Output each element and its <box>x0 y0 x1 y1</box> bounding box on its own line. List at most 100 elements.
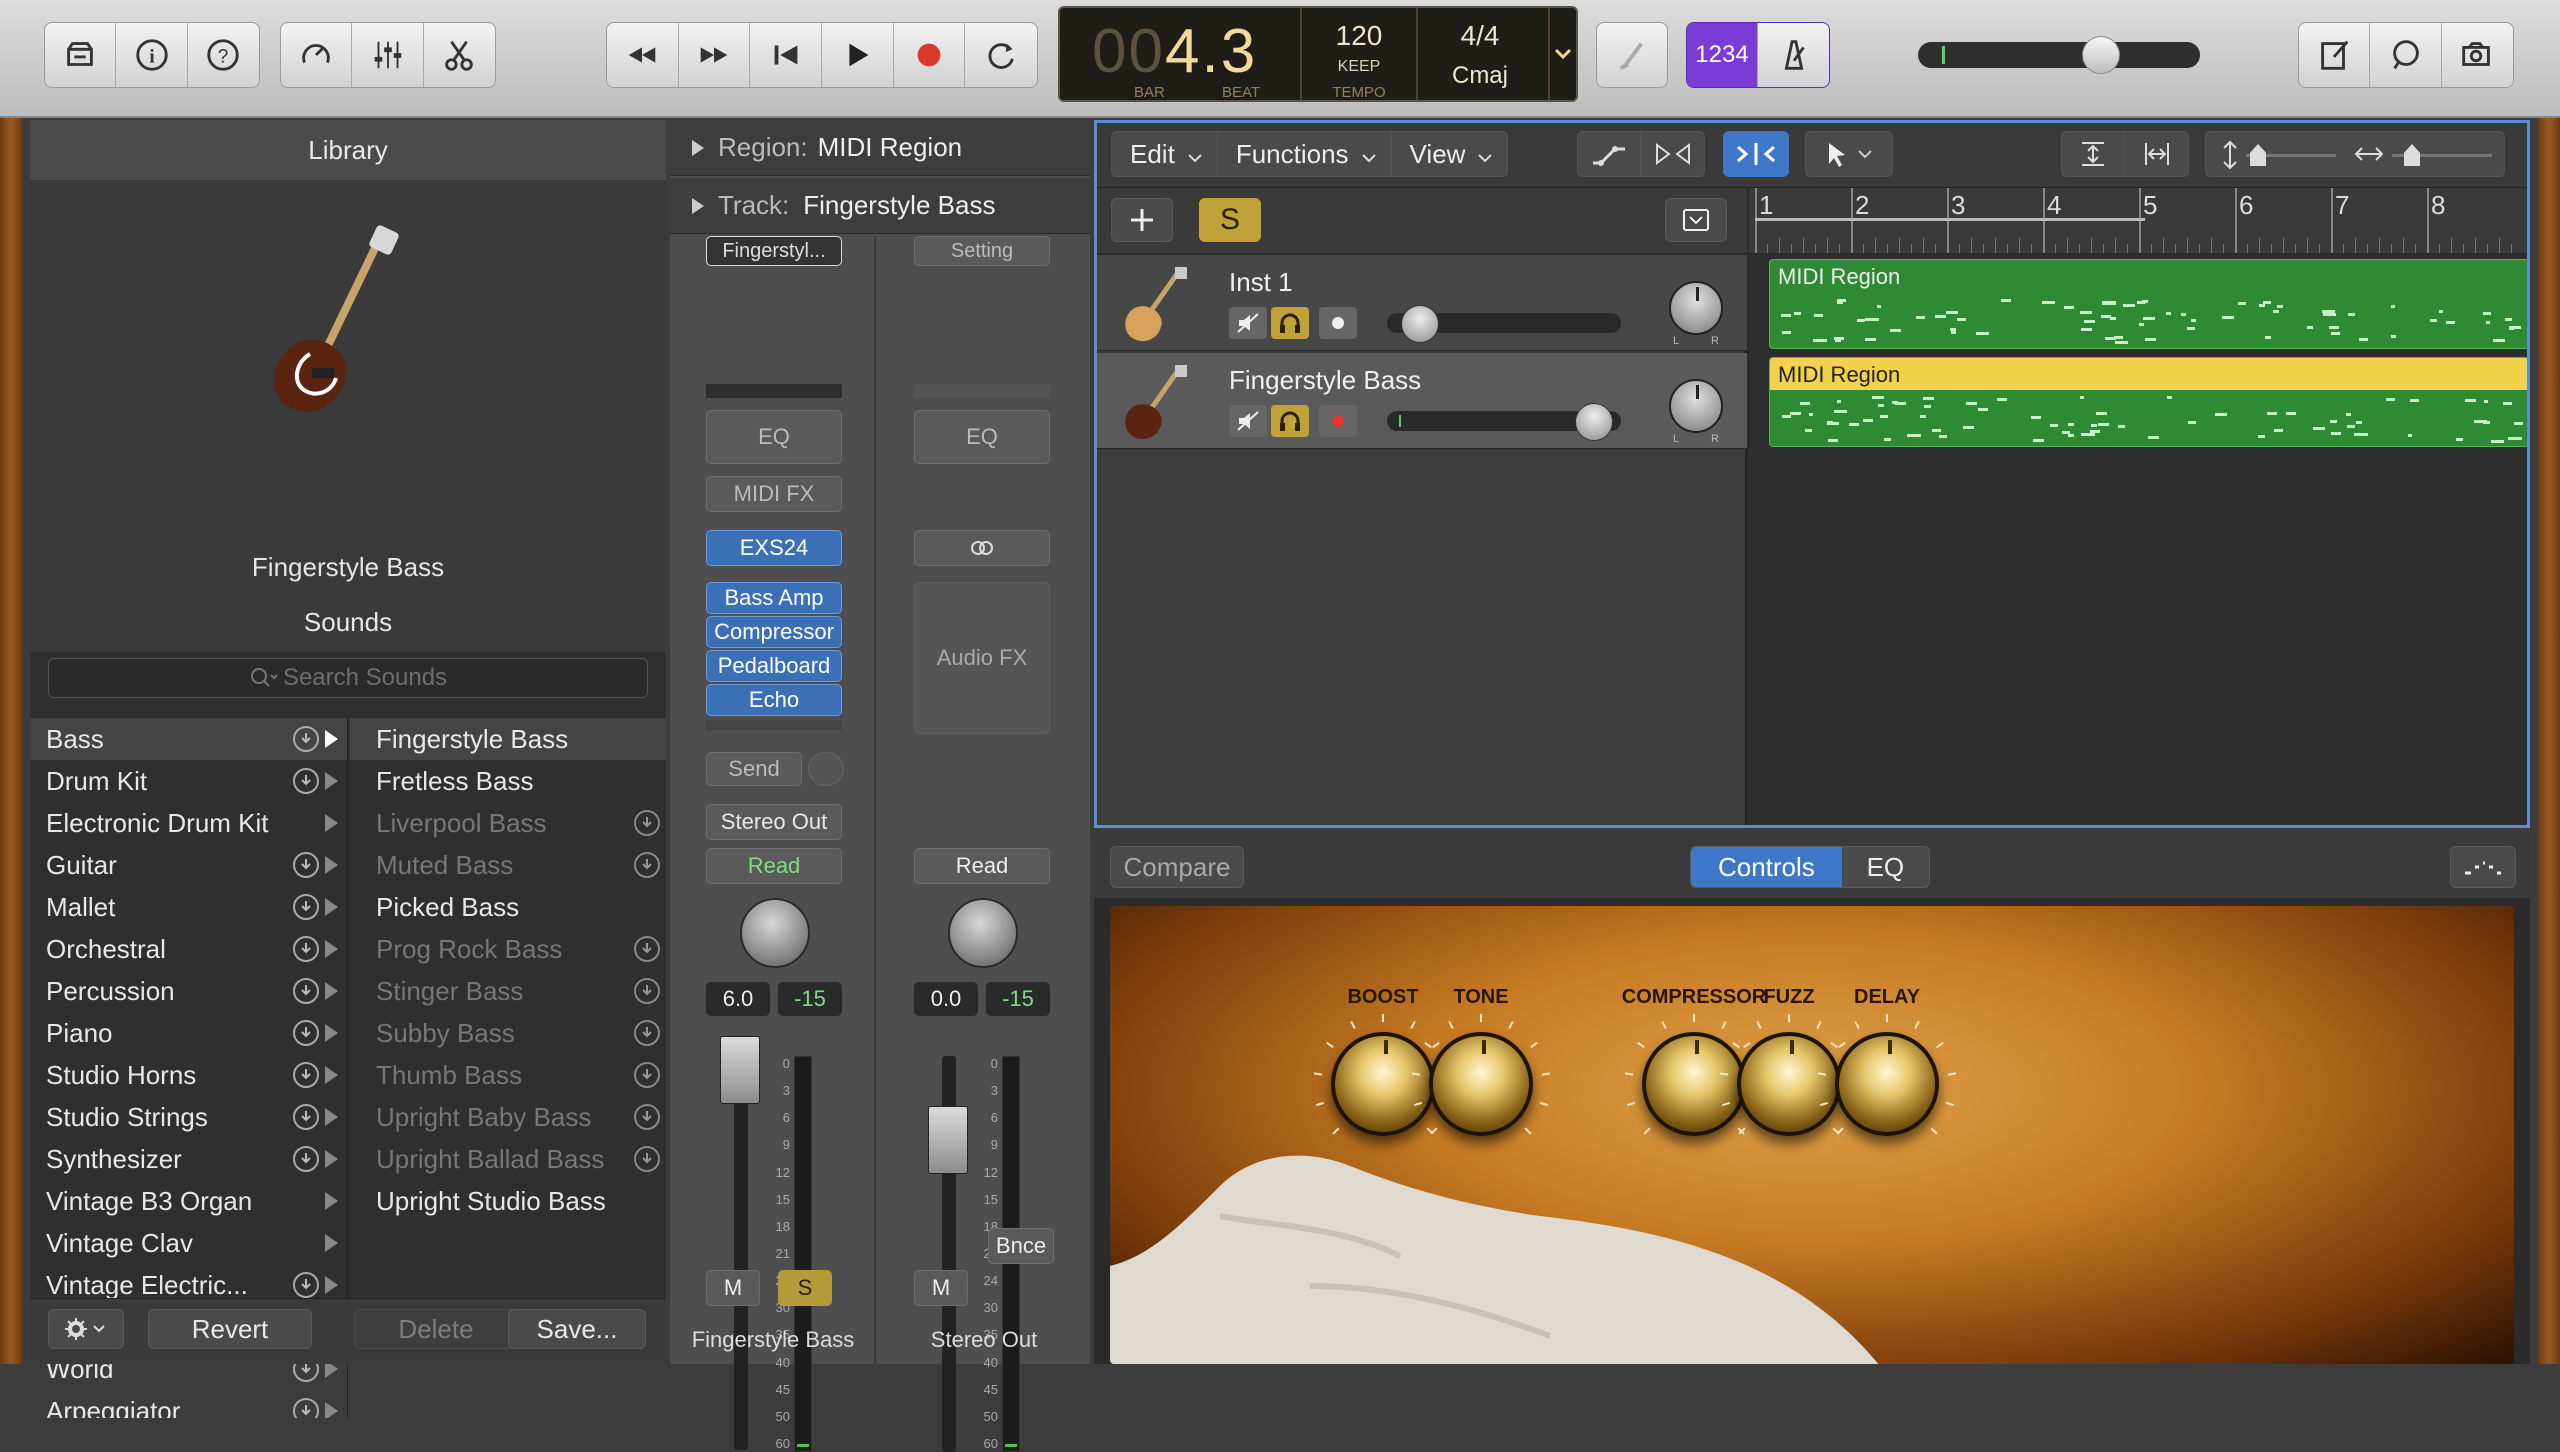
download-icon[interactable] <box>293 726 319 752</box>
key-signature[interactable]: Cmaj <box>1420 62 1540 90</box>
help-icon[interactable]: ? <box>188 23 259 87</box>
tempo-mode[interactable]: KEEP <box>1304 58 1414 76</box>
category-item[interactable]: Bass <box>30 718 347 760</box>
bounce-button[interactable]: Bnce <box>988 1228 1054 1264</box>
mixer-icon[interactable] <box>352 23 424 87</box>
note-pad-icon[interactable] <box>2299 23 2371 87</box>
revert-button[interactable]: Revert <box>148 1309 312 1349</box>
patch-item[interactable]: Prog Rock Bass <box>350 928 666 970</box>
track-name[interactable]: Fingerstyle Bass <box>1229 365 1421 396</box>
eq-thumbnail[interactable]: EQ <box>914 410 1050 464</box>
send-slot[interactable]: Send <box>706 752 802 786</box>
menu-functions[interactable]: Functions <box>1218 132 1392 176</box>
mute-button[interactable]: M <box>914 1270 968 1306</box>
tempo-value[interactable]: 120 <box>1304 20 1414 52</box>
patch-item[interactable]: Subby Bass <box>350 1012 666 1054</box>
automation-icon[interactable] <box>1578 132 1642 176</box>
instrument-slot[interactable]: EXS24 <box>706 530 842 566</box>
pan-knob[interactable] <box>948 898 1018 968</box>
download-icon[interactable] <box>634 978 660 1004</box>
patch-item[interactable]: Thumb Bass <box>350 1054 666 1096</box>
global-solo-button[interactable]: S <box>1199 198 1261 242</box>
channel-name[interactable]: Fingerstyle Bass <box>670 1320 876 1360</box>
amp-knob-fuzz[interactable] <box>1737 1032 1841 1136</box>
download-icon[interactable] <box>293 1272 319 1298</box>
track-record-button[interactable] <box>1319 405 1357 437</box>
category-item[interactable]: Drum Kit <box>30 760 347 802</box>
fx-slot-3[interactable]: Pedalboard <box>706 650 842 682</box>
track-mute-button[interactable] <box>1229 307 1267 339</box>
patch-item[interactable]: Upright Studio Bass <box>350 1180 666 1222</box>
category-item[interactable]: Arpeggiator <box>30 1390 347 1418</box>
download-icon[interactable] <box>293 978 319 1004</box>
peak-readout[interactable]: -15 <box>986 982 1050 1016</box>
metronome-icon[interactable] <box>1758 23 1829 87</box>
timeline-ruler[interactable]: 1 2 3 4 5 6 7 8 <box>1749 187 2527 253</box>
volume-fader[interactable] <box>720 1036 760 1104</box>
download-icon[interactable] <box>293 768 319 794</box>
automation-mode[interactable]: Read <box>914 848 1050 884</box>
track-name[interactable]: Inst 1 <box>1229 267 1293 298</box>
download-icon[interactable] <box>293 852 319 878</box>
track-inspector-header[interactable]: Track: Fingerstyle Bass <box>670 178 1090 234</box>
download-icon[interactable] <box>634 1062 660 1088</box>
track-mute-button[interactable] <box>1229 405 1267 437</box>
download-icon[interactable] <box>634 852 660 878</box>
mute-button[interactable]: M <box>706 1270 760 1306</box>
volume-readout[interactable]: 0.0 <box>914 982 978 1016</box>
patch-item[interactable]: Fretless Bass <box>350 760 666 802</box>
menu-view[interactable]: View <box>1392 132 1508 176</box>
track-record-button[interactable] <box>1319 307 1357 339</box>
loop-browser-icon[interactable] <box>2370 23 2442 87</box>
menu-edit[interactable]: Edit <box>1112 132 1218 176</box>
track-pan-knob[interactable] <box>1669 379 1723 433</box>
time-signature[interactable]: 4/4 <box>1420 20 1540 52</box>
amp-knob-tone[interactable] <box>1429 1032 1533 1136</box>
download-icon[interactable] <box>634 1146 660 1172</box>
patch-item[interactable]: Picked Bass <box>350 886 666 928</box>
amp-knob-boost[interactable] <box>1331 1032 1435 1136</box>
track-solo-button[interactable] <box>1271 405 1309 437</box>
output-slot[interactable]: Stereo Out <box>706 804 842 840</box>
media-browser-icon[interactable] <box>2442 23 2513 87</box>
region-inspector-header[interactable]: Region: MIDI Region <box>670 120 1090 176</box>
download-icon[interactable] <box>293 936 319 962</box>
add-track-button[interactable] <box>1111 198 1173 242</box>
category-item[interactable]: Percussion <box>30 970 347 1012</box>
download-icon[interactable] <box>634 1020 660 1046</box>
download-icon[interactable] <box>293 1020 319 1046</box>
patch-item[interactable]: Stinger Bass <box>350 970 666 1012</box>
master-volume-track[interactable] <box>1918 42 2200 68</box>
automation-mode[interactable]: Read <box>706 848 842 884</box>
gear-menu-button[interactable] <box>48 1309 124 1349</box>
catch-playhead-button[interactable] <box>1723 131 1789 177</box>
download-icon[interactable] <box>293 1146 319 1172</box>
category-item[interactable]: Studio Horns <box>30 1054 347 1096</box>
horizontal-zoom-thumb[interactable] <box>2404 144 2420 166</box>
vertical-zoom-fit-icon[interactable] <box>2062 132 2126 176</box>
pan-knob[interactable] <box>740 898 810 968</box>
download-icon[interactable] <box>293 1104 319 1130</box>
patch-item[interactable]: Upright Ballad Bass <box>350 1138 666 1180</box>
link-button[interactable] <box>914 530 1050 566</box>
category-item[interactable]: Vintage B3 Organ <box>30 1180 347 1222</box>
smart-controls-icon[interactable] <box>281 23 353 87</box>
rewind-icon[interactable] <box>607 23 679 87</box>
download-icon[interactable] <box>634 810 660 836</box>
tab-eq[interactable]: EQ <box>1842 847 1929 887</box>
patch-item[interactable]: Fingerstyle Bass <box>350 718 666 760</box>
patch-item[interactable]: Muted Bass <box>350 844 666 886</box>
patch-item[interactable]: Upright Baby Bass <box>350 1096 666 1138</box>
count-in-button[interactable]: 1234 <box>1687 23 1758 87</box>
track-solo-button[interactable] <box>1271 307 1309 339</box>
cycle-icon[interactable] <box>965 23 1037 87</box>
global-tracks-button[interactable] <box>1665 198 1727 242</box>
tab-controls[interactable]: Controls <box>1691 847 1842 887</box>
download-icon[interactable] <box>293 1062 319 1088</box>
delete-button[interactable]: Delete <box>354 1309 518 1349</box>
setting-button[interactable]: Setting <box>914 236 1050 266</box>
track-header[interactable]: Inst 1 L R <box>1097 255 1747 351</box>
category-item[interactable]: Orchestral <box>30 928 347 970</box>
patch-item[interactable]: Liverpool Bass <box>350 802 666 844</box>
compare-button[interactable]: Compare <box>1110 846 1244 888</box>
